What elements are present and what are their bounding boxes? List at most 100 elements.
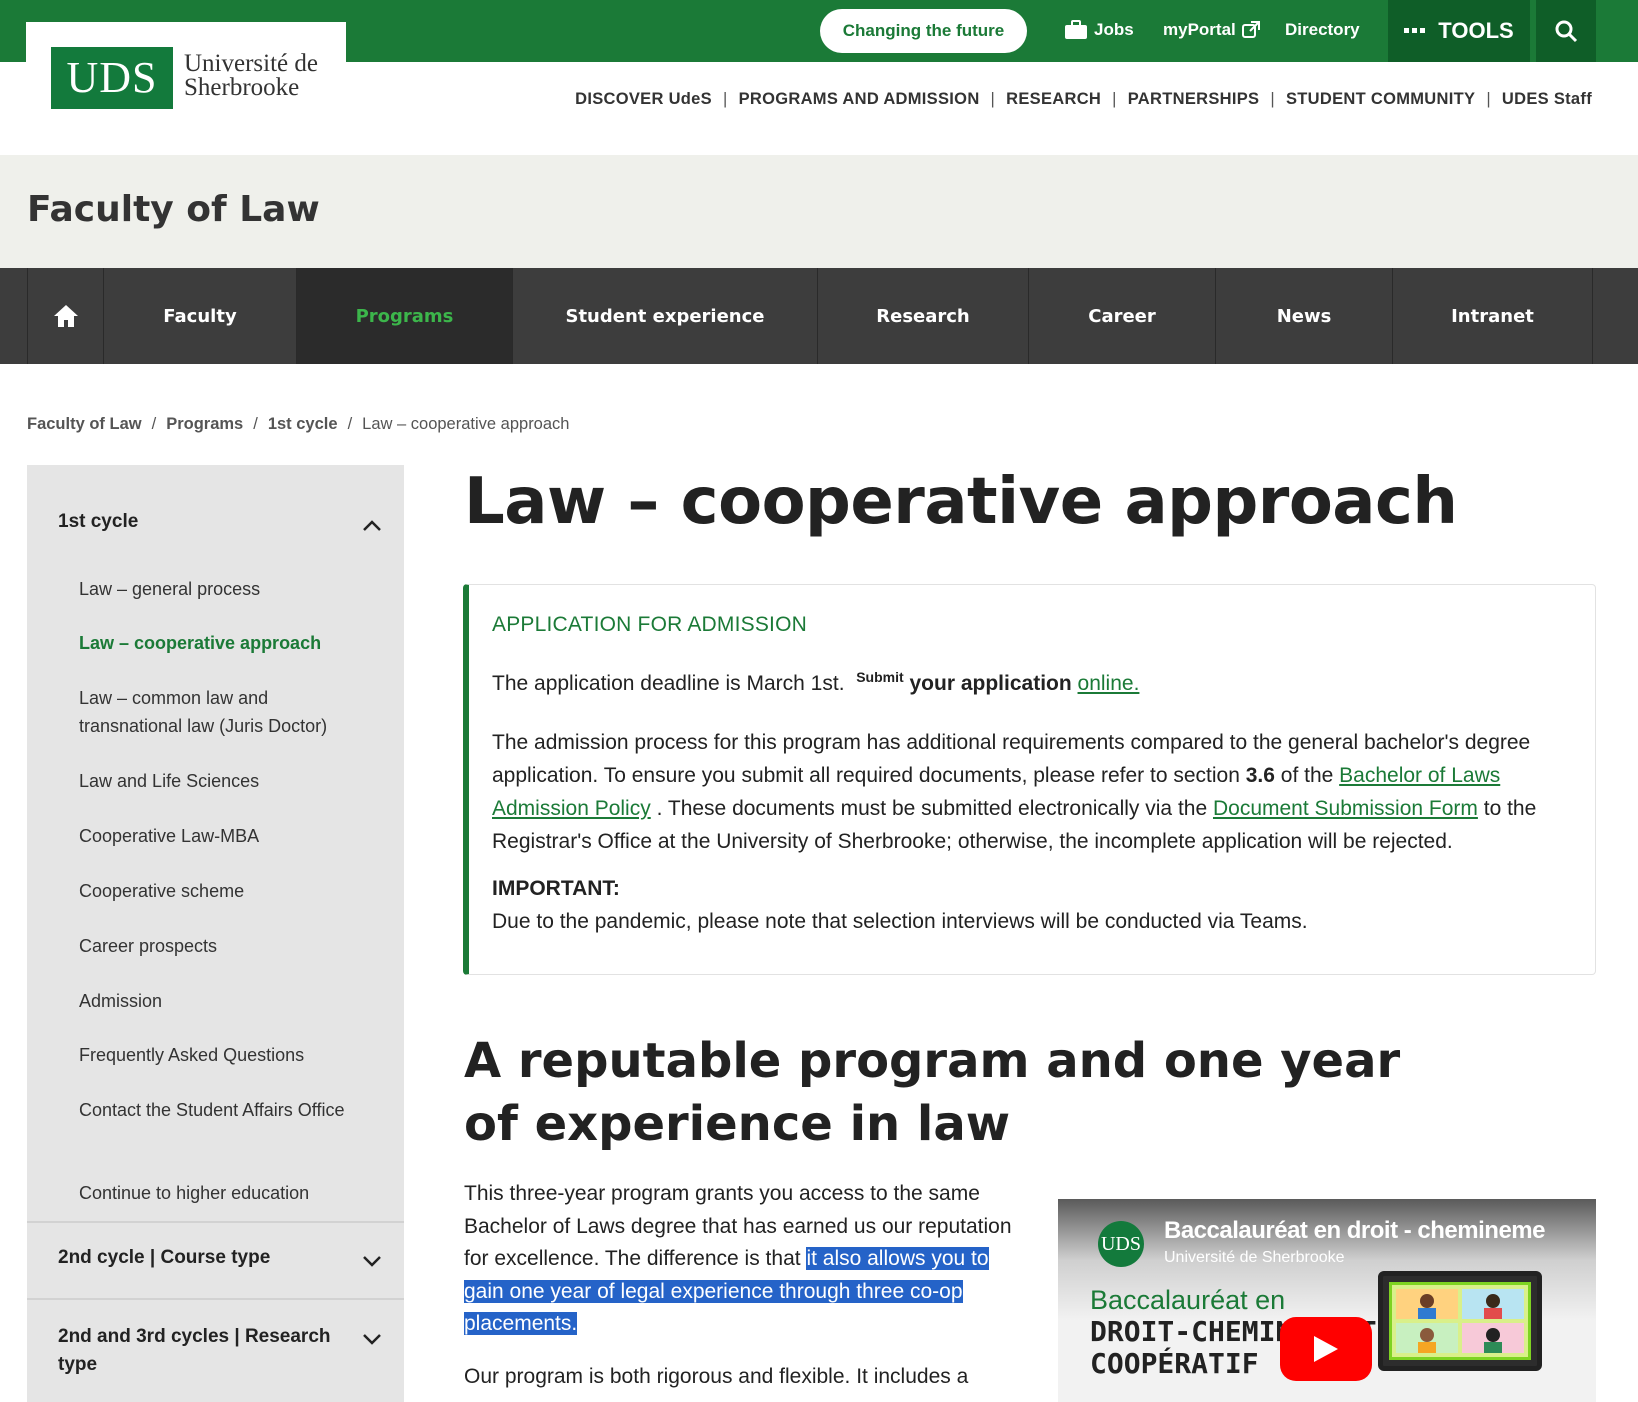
myportal-link[interactable]: myPortal bbox=[1163, 20, 1260, 40]
sidebar-item-common-law[interactable]: Law – common law and transnational law (… bbox=[79, 684, 369, 740]
document-submission-link[interactable]: Document Submission Form bbox=[1213, 797, 1478, 820]
program-sidebar: 1st cycle Law – general process Law – co… bbox=[27, 465, 404, 1402]
laptop-illustration bbox=[1378, 1271, 1542, 1371]
tools-button[interactable]: TOOLS bbox=[1388, 0, 1530, 62]
sidebar-divider bbox=[27, 1221, 404, 1223]
nav-separator: | bbox=[1486, 90, 1491, 108]
sidebar-item-cooperative-scheme[interactable]: Cooperative scheme bbox=[79, 877, 369, 905]
youtube-video-embed[interactable]: UDS Baccalauréat en droit - chemineme Un… bbox=[1058, 1199, 1596, 1402]
chevron-up-icon[interactable] bbox=[362, 520, 382, 532]
important-text: Due to the pandemic, please note that se… bbox=[492, 910, 1308, 933]
section-number: 3.6 bbox=[1245, 764, 1275, 787]
tab-faculty[interactable]: Faculty bbox=[104, 268, 297, 364]
search-icon bbox=[1555, 20, 1578, 43]
sidebar-item-general-process[interactable]: Law – general process bbox=[79, 575, 369, 603]
sidebar-section-2nd-cycle[interactable]: 2nd cycle | Course type bbox=[58, 1247, 270, 1269]
breadcrumb-programs[interactable]: Programs bbox=[166, 415, 243, 434]
online-application-link[interactable]: online. bbox=[1078, 672, 1140, 695]
breadcrumb: Faculty of Law / Programs / 1st cycle / … bbox=[27, 415, 569, 434]
sidebar-item-life-sciences[interactable]: Law and Life Sciences bbox=[79, 767, 369, 795]
nav-research[interactable]: RESEARCH bbox=[1006, 90, 1101, 109]
section-heading: A reputable program and one year of expe… bbox=[464, 1033, 1401, 1152]
video-call-faces-icon bbox=[1396, 1289, 1524, 1353]
logo-line-1: Université de bbox=[184, 50, 318, 77]
sidebar-item-career-prospects[interactable]: Career prospects bbox=[79, 932, 369, 960]
chevron-down-icon[interactable] bbox=[362, 1333, 382, 1345]
faculty-title[interactable]: Faculty of Law bbox=[27, 189, 320, 230]
sidebar-item-admission[interactable]: Admission bbox=[79, 987, 369, 1015]
submit-bold-text: your application bbox=[909, 672, 1072, 695]
search-button[interactable] bbox=[1536, 0, 1596, 62]
breadcrumb-current: Law – cooperative approach bbox=[362, 415, 570, 433]
video-title[interactable]: Baccalauréat en droit - chemineme bbox=[1164, 1217, 1545, 1245]
breadcrumb-separator: / bbox=[347, 415, 353, 433]
callout-deadline: The application deadline is March 1st. S… bbox=[492, 661, 1577, 700]
play-button[interactable] bbox=[1280, 1317, 1372, 1381]
nav-separator: | bbox=[1270, 90, 1275, 108]
university-logo[interactable]: UDS Université de Sherbrooke bbox=[26, 22, 346, 140]
external-link-icon bbox=[1241, 21, 1260, 38]
video-channel: Université de Sherbrooke bbox=[1164, 1249, 1345, 1266]
home-icon bbox=[53, 305, 78, 327]
requirements-text-c: . These documents must be submitted elec… bbox=[656, 797, 1208, 820]
logo-line-2: Sherbrooke bbox=[184, 74, 300, 101]
tab-research[interactable]: Research bbox=[818, 268, 1029, 364]
tools-label: TOOLS bbox=[1438, 18, 1514, 43]
nav-discover[interactable]: DISCOVER UdeS bbox=[575, 90, 712, 109]
faculty-banner: Faculty of Law bbox=[0, 155, 1638, 268]
main-navigation: DISCOVER UdeS | PROGRAMS AND ADMISSION |… bbox=[575, 90, 1592, 109]
nav-separator: | bbox=[990, 90, 996, 108]
sidebar-divider bbox=[27, 1298, 404, 1300]
page-title: Law – cooperative approach bbox=[464, 465, 1458, 539]
nav-partnerships[interactable]: PARTNERSHIPS bbox=[1128, 90, 1260, 109]
sidebar-section-1st-cycle[interactable]: 1st cycle bbox=[58, 511, 138, 533]
tab-programs[interactable]: Programs bbox=[297, 268, 513, 364]
sidebar-section-research-type[interactable]: 2nd and 3rd cycles | Research type bbox=[58, 1323, 348, 1379]
breadcrumb-separator: / bbox=[253, 415, 258, 433]
tab-career[interactable]: Career bbox=[1029, 268, 1216, 364]
logo-wordmark: Université de Sherbrooke bbox=[184, 50, 318, 101]
program-description: This three-year program grants you acces… bbox=[464, 1178, 1024, 1341]
briefcase-icon bbox=[1065, 20, 1087, 39]
breadcrumb-separator: / bbox=[151, 415, 157, 433]
nav-udes-staff[interactable]: UDES Staff bbox=[1502, 90, 1592, 109]
changing-the-future-button[interactable]: Changing the future bbox=[820, 9, 1027, 53]
home-button[interactable] bbox=[27, 268, 104, 364]
tab-news[interactable]: News bbox=[1216, 268, 1393, 364]
channel-logo: UDS bbox=[1098, 1221, 1144, 1267]
sidebar-item-student-affairs[interactable]: Contact the Student Affairs Office bbox=[79, 1096, 369, 1124]
video-thumbnail-line1: Baccalauréat en bbox=[1090, 1285, 1286, 1315]
sidebar-item-faq[interactable]: Frequently Asked Questions bbox=[79, 1041, 369, 1069]
sidebar-item-cooperative-approach[interactable]: Law – cooperative approach bbox=[79, 629, 369, 657]
program-description-continued: Our program is both rigorous and flexibl… bbox=[464, 1365, 969, 1388]
tab-intranet[interactable]: Intranet bbox=[1393, 268, 1593, 364]
requirements-text-b: of the bbox=[1280, 764, 1334, 787]
myportal-label: myPortal bbox=[1163, 20, 1236, 39]
play-icon bbox=[1314, 1336, 1338, 1362]
jobs-link[interactable]: Jobs bbox=[1064, 20, 1134, 40]
nav-separator: | bbox=[1112, 90, 1117, 108]
sidebar-item-law-mba[interactable]: Cooperative Law-MBA bbox=[79, 822, 369, 850]
breadcrumb-faculty[interactable]: Faculty of Law bbox=[27, 415, 142, 434]
deadline-text: The application deadline is March 1st. bbox=[492, 672, 845, 695]
sidebar-item-higher-education[interactable]: Continue to higher education bbox=[79, 1179, 369, 1207]
nav-student-community[interactable]: STUDENT COMMUNITY bbox=[1286, 90, 1475, 109]
jobs-label: Jobs bbox=[1094, 20, 1134, 39]
important-label: IMPORTANT: bbox=[492, 877, 620, 900]
logo-mark: UDS bbox=[51, 47, 173, 109]
breadcrumb-1st-cycle[interactable]: 1st cycle bbox=[268, 415, 338, 434]
chevron-down-icon[interactable] bbox=[362, 1255, 382, 1267]
submit-small-text: Submit bbox=[856, 669, 904, 685]
tab-student-experience[interactable]: Student experience bbox=[513, 268, 818, 364]
callout-important: IMPORTANT: Due to the pandemic, please n… bbox=[492, 872, 1577, 938]
callout-title: APPLICATION FOR ADMISSION bbox=[492, 613, 807, 636]
directory-link[interactable]: Directory bbox=[1285, 20, 1360, 40]
directory-label: Directory bbox=[1285, 20, 1360, 39]
nav-programs-admission[interactable]: PROGRAMS AND ADMISSION bbox=[739, 90, 980, 109]
admission-callout: APPLICATION FOR ADMISSION The applicatio… bbox=[463, 584, 1596, 975]
faculty-navigation: Faculty Programs Student experience Rese… bbox=[0, 268, 1638, 364]
video-call-illustration bbox=[1389, 1282, 1531, 1360]
callout-requirements: The admission process for this program h… bbox=[492, 726, 1577, 858]
nav-separator: | bbox=[722, 90, 728, 108]
more-dots-icon bbox=[1404, 28, 1426, 33]
